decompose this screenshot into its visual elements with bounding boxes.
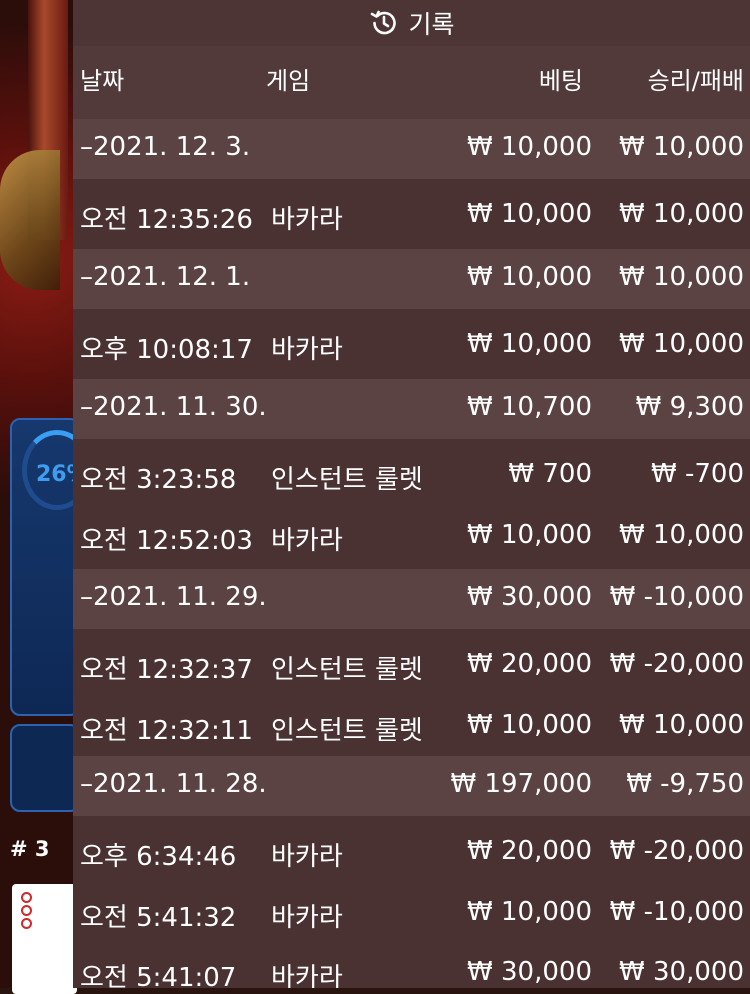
row-result: ₩ 10,000 <box>619 329 744 359</box>
row-bet: ₩ 10,000 <box>467 710 592 740</box>
row-game: 인스턴트 룰렛 <box>271 465 423 495</box>
row-bet: ₩ 10,000 <box>467 897 592 927</box>
row-time: 오전 12:32:11 <box>80 716 253 746</box>
road-dot <box>21 905 32 916</box>
group-bet: ₩ 197,000 <box>450 769 593 799</box>
decorative-dragon <box>0 150 60 290</box>
date-group-row[interactable]: –2021. 11. 28. ₩ 197,000 ₩ -9,750 <box>73 756 750 816</box>
row-result: ₩ -700 <box>651 459 744 489</box>
row-game: 바카라 <box>271 205 343 235</box>
row-result: ₩ 30,000 <box>619 957 744 987</box>
row-game: 바카라 <box>271 963 343 988</box>
history-row[interactable]: 오전 5:41:32 바카라 ₩ 10,000 ₩ -10,000 <box>73 881 750 941</box>
row-time: 오전 5:41:07 <box>80 963 237 988</box>
row-game: 인스턴트 룰렛 <box>271 655 423 685</box>
group-result: ₩ -9,750 <box>626 769 744 799</box>
road-dot <box>21 892 32 903</box>
road-dot <box>21 918 32 929</box>
row-game: 바카라 <box>271 526 343 556</box>
row-time: 오전 12:32:37 <box>80 655 253 685</box>
column-game: 게임 <box>266 67 311 95</box>
group-result: ₩ 9,300 <box>635 392 744 422</box>
row-game: 바카라 <box>271 903 343 933</box>
row-bet: ₩ 10,000 <box>467 520 592 550</box>
row-bet: ₩ 30,000 <box>467 957 592 987</box>
group-date: –2021. 11. 30. <box>80 392 267 422</box>
row-result: ₩ 10,000 <box>619 199 744 229</box>
panel-title: 기록 <box>408 10 455 39</box>
group-result: ₩ 10,000 <box>619 132 744 162</box>
group-result: ₩ 10,000 <box>619 262 744 292</box>
date-group-row[interactable]: –2021. 12. 3. ₩ 10,000 ₩ 10,000 <box>73 119 750 179</box>
row-result: ₩ 10,000 <box>619 520 744 550</box>
group-bet: ₩ 10,000 <box>467 132 592 162</box>
date-group-row[interactable]: –2021. 12. 1. ₩ 10,000 ₩ 10,000 <box>73 249 750 309</box>
group-date: –2021. 12. 1. <box>80 262 251 292</box>
history-panel: 기록 날짜 게임 베팅 승리/패배 –2021. 12. 3. ₩ 10,000… <box>73 0 750 988</box>
row-time: 오전 12:35:26 <box>80 205 253 235</box>
history-row[interactable]: 오후 6:34:46 바카라 ₩ 20,000 ₩ -20,000 <box>73 816 750 881</box>
date-group-row[interactable]: –2021. 11. 30. ₩ 10,700 ₩ 9,300 <box>73 379 750 439</box>
history-row[interactable]: 오전 5:41:07 바카라 ₩ 30,000 ₩ 30,000 <box>73 941 750 988</box>
group-bet: ₩ 30,000 <box>467 582 592 612</box>
column-date: 날짜 <box>80 67 125 95</box>
row-game: 바카라 <box>271 335 343 365</box>
group-date: –2021. 11. 29. <box>80 582 267 612</box>
group-bet: ₩ 10,700 <box>467 392 592 422</box>
column-bet: 베팅 <box>538 67 583 95</box>
history-row[interactable]: 오후 10:08:17 바카라 ₩ 10,000 ₩ 10,000 <box>73 309 750 379</box>
row-bet: ₩ 700 <box>508 459 592 489</box>
table-number: # 3 <box>10 837 50 861</box>
row-time: 오전 12:52:03 <box>80 526 253 556</box>
history-row[interactable]: 오전 12:35:26 바카라 ₩ 10,000 ₩ 10,000 <box>73 179 750 249</box>
row-bet: ₩ 20,000 <box>467 836 592 866</box>
panel-header: 기록 <box>73 0 750 46</box>
row-time: 오후 6:34:46 <box>80 842 237 872</box>
history-row[interactable]: 오전 3:23:58 인스턴트 룰렛 ₩ 700 ₩ -700 <box>73 439 750 504</box>
history-row[interactable]: 오전 12:32:11 인스턴트 룰렛 ₩ 10,000 ₩ 10,000 <box>73 694 750 756</box>
row-bet: ₩ 20,000 <box>467 649 592 679</box>
row-bet: ₩ 10,000 <box>467 329 592 359</box>
group-bet: ₩ 10,000 <box>467 262 592 292</box>
date-group-row[interactable]: –2021. 11. 29. ₩ 30,000 ₩ -10,000 <box>73 569 750 629</box>
group-result: ₩ -10,000 <box>609 582 744 612</box>
group-date: –2021. 11. 28. <box>80 769 267 799</box>
row-result: ₩ -20,000 <box>609 836 744 866</box>
row-time: 오후 10:08:17 <box>80 335 253 365</box>
column-result: 승리/패배 <box>647 67 744 95</box>
roadmap-card <box>12 884 77 994</box>
history-row[interactable]: 오전 12:32:37 인스턴트 룰렛 ₩ 20,000 ₩ -20,000 <box>73 629 750 694</box>
row-result: ₩ 10,000 <box>619 710 744 740</box>
group-date: –2021. 12. 3. <box>80 132 251 162</box>
row-time: 오전 5:41:32 <box>80 903 237 933</box>
history-row[interactable]: 오전 12:52:03 바카라 ₩ 10,000 ₩ 10,000 <box>73 504 750 569</box>
row-result: ₩ -20,000 <box>609 649 744 679</box>
history-icon <box>368 7 400 39</box>
row-result: ₩ -10,000 <box>609 897 744 927</box>
row-bet: ₩ 10,000 <box>467 199 592 229</box>
row-time: 오전 3:23:58 <box>80 465 237 495</box>
column-header: 날짜 게임 베팅 승리/패배 <box>73 46 750 119</box>
row-game: 인스턴트 룰렛 <box>271 716 423 746</box>
side-button[interactable] <box>10 724 80 812</box>
row-game: 바카라 <box>271 842 343 872</box>
